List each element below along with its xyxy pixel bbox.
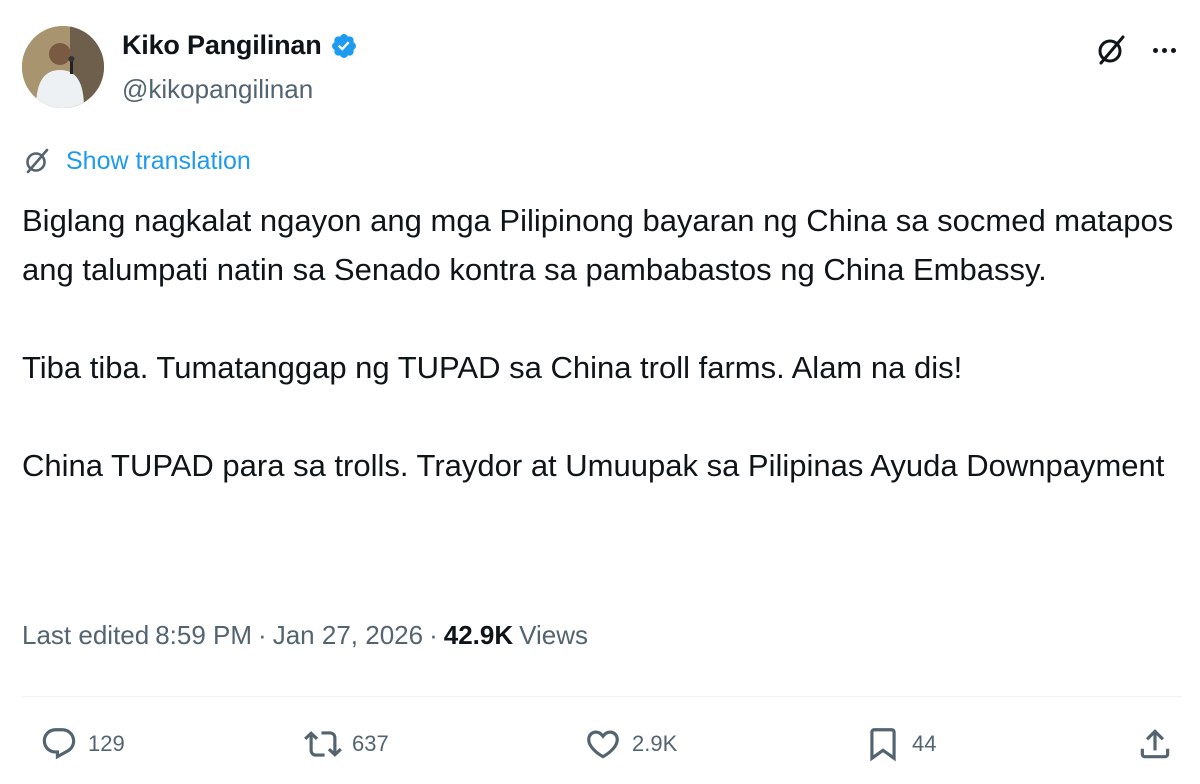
repost-count: 637 <box>352 731 389 756</box>
show-translation-row[interactable]: Show translation <box>22 146 251 176</box>
more-dot <box>1170 47 1176 53</box>
tweet-meta: Last edited 8:59 PM · Jan 27, 2026 · 42.… <box>22 620 588 651</box>
like-count: 2.9K <box>632 731 678 756</box>
avatar-photo <box>22 26 104 108</box>
avatar[interactable] <box>22 26 104 108</box>
reply-icon <box>42 728 76 760</box>
more-options-icon[interactable] <box>1146 32 1182 68</box>
author-name-row[interactable]: Kiko Pangilinan <box>122 30 358 61</box>
repost-button[interactable]: 637 <box>304 724 389 764</box>
bookmark-icon <box>870 728 896 762</box>
reply-button[interactable]: 129 <box>40 724 125 764</box>
tweet-paragraph: Biglang nagkalat ngayon ang mga Pilipino… <box>22 203 1174 287</box>
repost-icon <box>304 731 342 757</box>
display-name[interactable]: Kiko Pangilinan <box>122 30 322 61</box>
more-dot <box>1161 47 1167 53</box>
like-button[interactable]: 2.9K <box>584 724 677 764</box>
tweet-text: Biglang nagkalat ngayon ang mga Pilipino… <box>22 196 1182 490</box>
meta-separator: · <box>258 620 267 650</box>
heart-icon <box>587 730 619 759</box>
bookmark-count: 44 <box>912 731 937 756</box>
tweet-time[interactable]: 8:59 PM <box>155 620 252 651</box>
views-label: Views <box>519 620 589 650</box>
grok-icon[interactable] <box>1093 32 1129 68</box>
more-dot <box>1152 47 1158 53</box>
tweet-card: Kiko Pangilinan @kikopangilinan Show tra… <box>0 0 1200 784</box>
verified-badge-icon <box>331 33 356 58</box>
show-translation-link[interactable]: Show translation <box>66 147 251 176</box>
share-button[interactable] <box>1136 724 1174 764</box>
divider <box>22 696 1182 697</box>
edited-label[interactable]: Last edited <box>22 620 149 651</box>
share-icon <box>1140 729 1170 759</box>
tweet-paragraph: Tiba tiba. Tumatanggap ng TUPAD sa China… <box>22 350 963 385</box>
author-handle[interactable]: @kikopangilinan <box>122 74 313 105</box>
translate-icon <box>26 148 49 174</box>
tweet-date[interactable]: Jan 27, 2026 <box>273 620 423 651</box>
bookmark-button[interactable]: 44 <box>864 724 936 764</box>
views-count: 42.9K <box>443 620 514 650</box>
tweet-paragraph: China TUPAD para sa trolls. Traydor at U… <box>22 448 1165 483</box>
meta-separator: · <box>429 620 438 650</box>
reply-count: 129 <box>88 731 125 756</box>
